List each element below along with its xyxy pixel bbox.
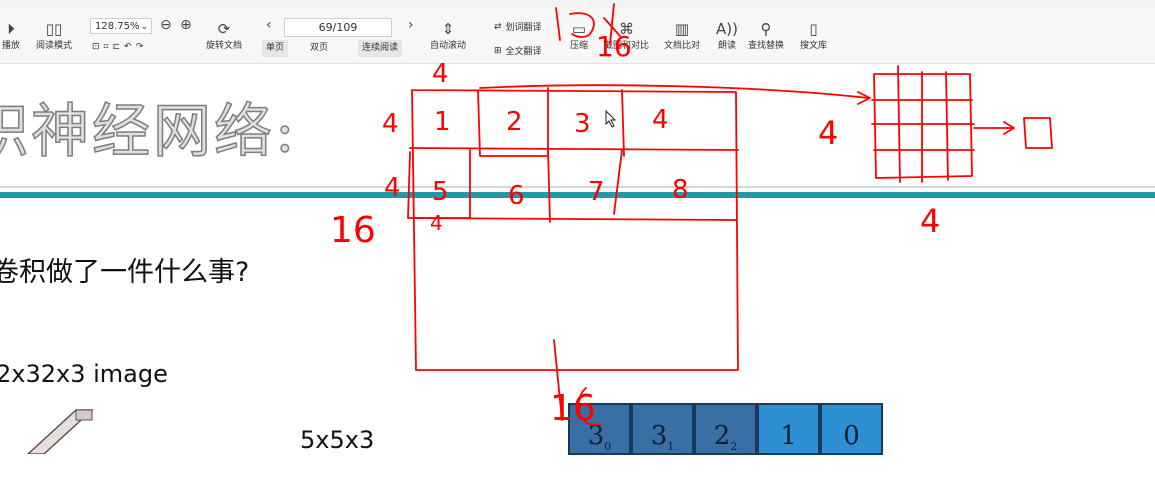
dim-left-row2: 4 [384,173,401,203]
grid-label-8: 8 [672,175,689,205]
grid-label-4: 4 [652,105,669,135]
dim-left-total: 16 [330,210,376,251]
grid-label-2: 2 [506,107,523,137]
small-grid-left-dim: 4 [818,114,838,152]
dim-top: 4 [432,59,449,89]
grid-label-5: 5 [432,177,449,207]
grid-label-3: 3 [574,109,591,139]
handwritten-annotations: 1 2 3 4 5 6 7 8 4 4 4 16 4 16 16 4 4 D [330,3,1053,429]
small-grid-bottom-dim: 4 [920,202,940,240]
grid-label-1: 1 [434,107,451,137]
output-label: D [1026,118,1051,156]
dim-bottom-cell: 4 [430,211,443,235]
mouse-cursor-icon [605,110,617,128]
dim-bottom-total: 16 [550,388,596,429]
dim-left-row1: 4 [382,109,399,139]
grid-label-6: 6 [508,181,525,211]
grid-label-7: 7 [588,177,605,207]
dim-top-scribble: 16 [596,30,632,63]
